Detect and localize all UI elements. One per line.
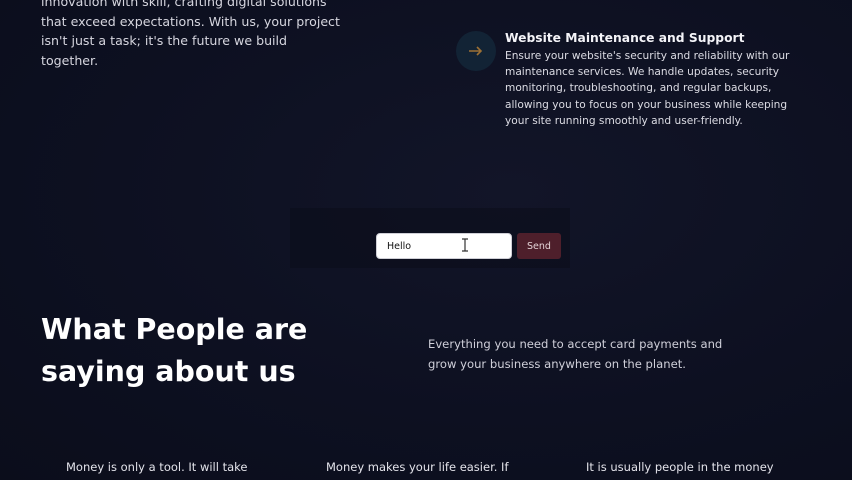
testimonial-quote: Money makes your life easier. If [326,460,509,474]
service-title: Website Maintenance and Support [505,31,745,45]
page: innovation with skill, crafting digital … [0,0,852,480]
testimonials-heading: What People are saying about us [41,313,308,388]
send-button[interactable]: Send [517,233,561,259]
testimonials-subtext: Everything you need to accept card payme… [428,337,723,371]
service-description: Ensure your website's security and relia… [505,50,790,127]
arrow-icon [456,31,496,71]
testimonial-quote: Money is only a tool. It will take [66,460,248,474]
message-input[interactable] [376,233,512,259]
testimonial-quote: It is usually people in the money [586,460,774,474]
intro-paragraph: innovation with skill, crafting digital … [41,0,340,68]
